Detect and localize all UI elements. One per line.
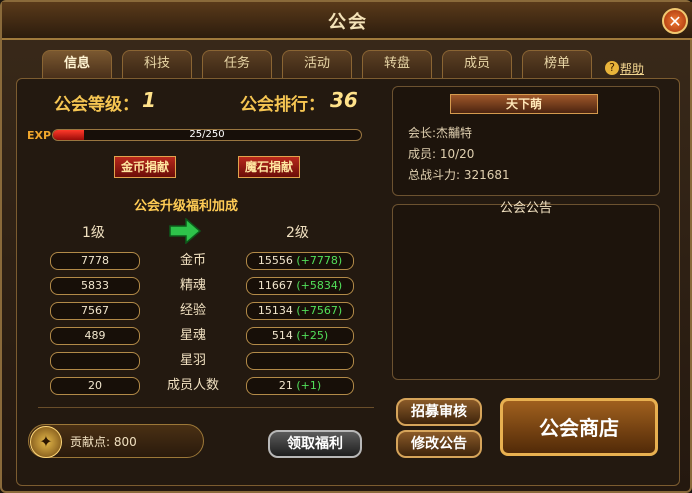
tab-members[interactable]: 成员 (442, 50, 512, 78)
guild-level-value: 1 (142, 88, 156, 112)
row-star-soul-current: 489 (50, 327, 140, 345)
diamond-donate-button[interactable]: 魔石捐献 (238, 156, 301, 178)
guild-rank-label: 公会排行： (240, 95, 325, 115)
row-members-label: 成员人数 (166, 378, 219, 393)
edit-notice-button[interactable]: 修改公告 (396, 430, 482, 458)
row-star-soul-next-value: 514 (271, 329, 293, 342)
guild-power-value: 321681 (463, 168, 510, 182)
tab-events[interactable]: 活动 (282, 50, 352, 78)
row-gold-current: 7778 (50, 252, 140, 270)
help-icon[interactable]: ? (605, 61, 619, 75)
row-members-next-value: 21 (278, 379, 293, 392)
guild-power-label: 总战斗力: (408, 168, 461, 182)
guild-window: 公会 ✕ 信息 科技 任务 活动 转盘 成员 榜单 ? 帮助 公会等级： 1 公… (0, 0, 692, 493)
row-soul-next: 11667 (+5834) (246, 277, 354, 295)
contribution-icon: ✦ (30, 426, 62, 458)
divider (38, 407, 374, 408)
recruit-review-button[interactable]: 招募审核 (396, 398, 482, 426)
tab-rankings[interactable]: 榜单 (522, 50, 592, 78)
upgrade-bonus-title: 公会升级福利加成 (134, 199, 239, 214)
row-soul-plus: (+5834) (296, 279, 343, 292)
guild-power: 总战斗力: 321681 (408, 166, 510, 183)
row-exp-next: 15134 (+7567) (246, 302, 354, 320)
row-gold-label: 金币 (179, 253, 206, 268)
next-level-header: 2级 (286, 225, 309, 241)
row-exp-plus: (+7567) (296, 304, 343, 317)
guild-rank-value: 36 (330, 88, 358, 112)
row-soul-next-value: 11667 (257, 279, 293, 292)
exp-tag: EXP (27, 129, 52, 142)
window-title: 公会 (328, 12, 368, 33)
row-members-next: 21 (+1) (246, 377, 354, 395)
tab-info[interactable]: 信息 (42, 50, 112, 78)
row-star-soul-plus: (+25) (296, 329, 329, 342)
exp-text: 25/250 (189, 129, 225, 140)
guild-leader: 会长:杰黼特 (408, 126, 473, 140)
row-gold-next: 15556 (+7778) (246, 252, 354, 270)
row-members-plus: (+1) (296, 379, 322, 392)
tab-tech[interactable]: 科技 (122, 50, 192, 78)
tab-wheel[interactable]: 转盘 (362, 50, 432, 78)
guild-notice-panel (392, 204, 660, 380)
row-exp-next-value: 15134 (257, 304, 293, 317)
row-soul-current: 5833 (50, 277, 140, 295)
guild-level-label: 公会等级： (54, 95, 139, 115)
row-gold-next-value: 15556 (257, 254, 293, 267)
guild-notice-title: 公会公告 (499, 201, 552, 216)
row-star-feather-next (246, 352, 354, 370)
row-star-feather-label: 星羽 (179, 353, 206, 368)
contribution-points: 贡献点: 800 (70, 435, 137, 449)
gold-donate-button[interactable]: 金币捐献 (114, 156, 177, 178)
row-exp-current: 7567 (50, 302, 140, 320)
arrow-right-icon (168, 217, 202, 248)
claim-benefits-button[interactable]: 领取福利 (268, 430, 362, 458)
guild-shop-button[interactable]: 公会商店 (500, 398, 658, 456)
title-bar: 公会 ✕ (2, 2, 692, 40)
tab-tasks[interactable]: 任务 (202, 50, 272, 78)
row-members-current: 20 (50, 377, 140, 395)
row-star-feather-current (50, 352, 140, 370)
row-soul-label: 精魂 (179, 278, 206, 293)
row-gold-plus: (+7778) (296, 254, 343, 267)
current-level-header: 1级 (82, 225, 105, 241)
row-star-soul-next: 514 (+25) (246, 327, 354, 345)
help-link[interactable]: 帮助 (620, 60, 644, 77)
close-button[interactable]: ✕ (662, 8, 688, 34)
guild-member-count: 成员: 10/20 (408, 147, 475, 161)
row-star-soul-label: 星魂 (179, 328, 206, 343)
row-exp-label: 经验 (179, 303, 206, 318)
guild-name: 天下萌 (450, 94, 598, 114)
